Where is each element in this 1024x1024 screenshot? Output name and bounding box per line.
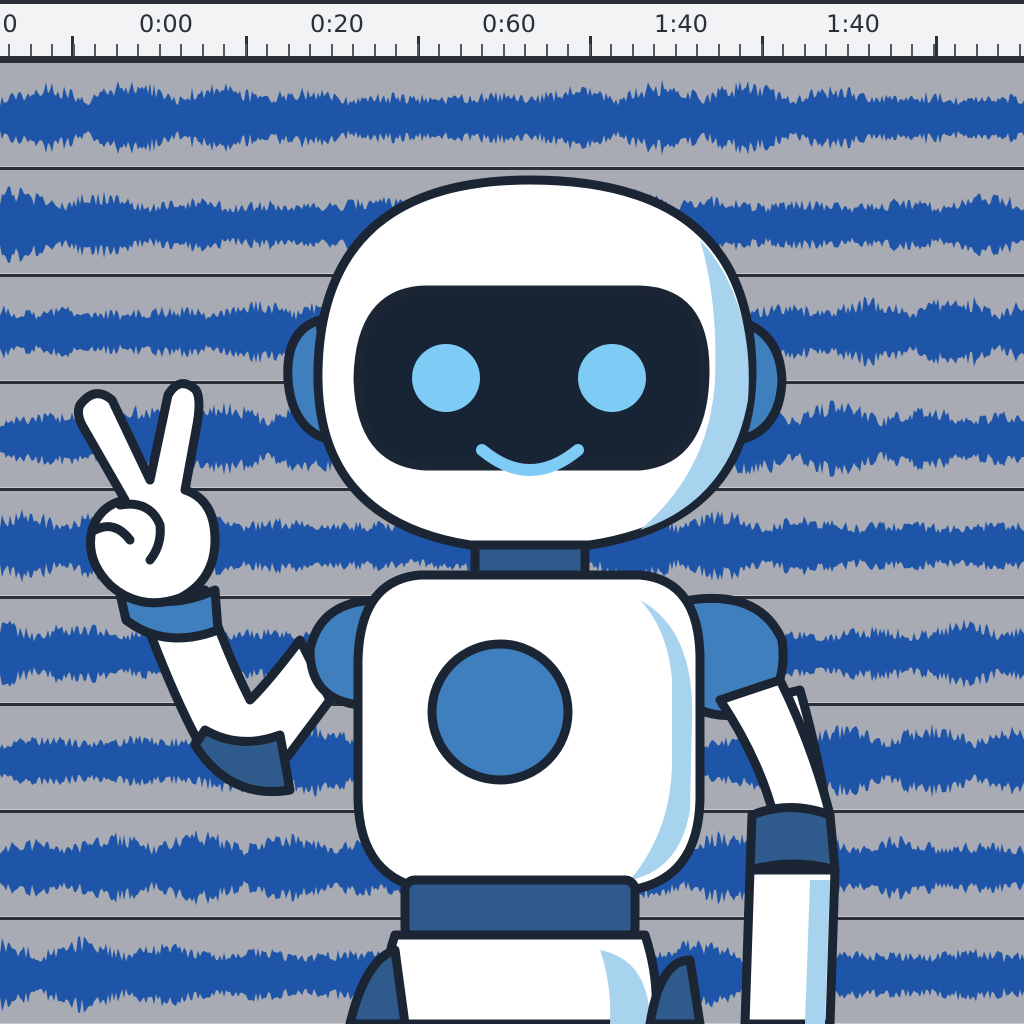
ruler-minor-tick: [675, 44, 677, 56]
ruler-minor-tick: [223, 44, 225, 56]
ruler-minor-tick: [94, 44, 96, 56]
waveform: [0, 614, 1024, 692]
waveform: [0, 723, 1024, 798]
waveform: [0, 400, 1024, 478]
tick-label-0-60: 0:60: [482, 10, 536, 38]
ruler-minor-tick: [589, 44, 591, 56]
tick-label-start: 0: [2, 10, 18, 38]
timeline-ruler[interactable]: 0 0:00 0:20 0:60 1:40 1:40: [0, 0, 1024, 60]
ruler-minor-tick: [309, 44, 311, 56]
ruler-minor-tick: [159, 44, 161, 56]
ruler-minor-tick: [73, 44, 75, 56]
waveform-centerline: [0, 972, 1024, 979]
waveform-centerline: [0, 651, 1024, 658]
audio-track[interactable]: [0, 381, 1024, 489]
waveform: [0, 508, 1024, 584]
tick-label-1-40-b: 1:40: [826, 10, 880, 38]
ruler-minor-tick: [202, 44, 204, 56]
ruler-minor-tick: [180, 44, 182, 56]
ruler-minor-tick: [567, 44, 569, 56]
ruler-minor-tick: [374, 44, 376, 56]
waveform: [0, 186, 1024, 263]
ruler-minor-tick: [1019, 44, 1021, 56]
ruler-minor-tick: [137, 44, 139, 56]
ruler-top-border: [0, 0, 1024, 4]
waveform-centerline: [0, 758, 1024, 765]
audio-editor-window: 0 0:00 0:20 0:60 1:40 1:40: [0, 0, 1024, 1024]
audio-track[interactable]: [0, 274, 1024, 382]
ruler-minor-tick: [546, 44, 548, 56]
ruler-minor-tick: [438, 44, 440, 56]
ruler-minor-tick: [718, 44, 720, 56]
audio-track[interactable]: [0, 809, 1024, 917]
ruler-minor-tick: [460, 44, 462, 56]
audio-track[interactable]: [0, 60, 1024, 168]
waveform: [0, 936, 1024, 1013]
ruler-minor-tick: [51, 44, 53, 56]
waveform-centerline: [0, 222, 1024, 229]
ruler-minor-tick: [288, 44, 290, 56]
ruler-minor-tick: [696, 44, 698, 56]
ruler-minor-tick: [116, 44, 118, 56]
ruler-minor-tick: [847, 44, 849, 56]
tick-label-0-00: 0:00: [139, 10, 193, 38]
ruler-minor-tick: [739, 44, 741, 56]
ruler-minor-tick: [524, 44, 526, 56]
ruler-minor-tick: [503, 44, 505, 56]
ruler-minor-tick: [997, 44, 999, 56]
ruler-minor-tick: [825, 44, 827, 56]
waveform-centerline: [0, 436, 1024, 443]
ruler-minor-tick: [890, 44, 892, 56]
ruler-minor-tick: [761, 44, 763, 56]
waveform-centerline: [0, 329, 1024, 336]
ruler-minor-tick: [653, 44, 655, 56]
track-list: [0, 60, 1024, 1024]
audio-track[interactable]: [0, 702, 1024, 810]
tick-label-1-40-a: 1:40: [654, 10, 708, 38]
waveform-centerline: [0, 115, 1024, 122]
ruler-minor-tick: [610, 44, 612, 56]
tick-label-0-20: 0:20: [310, 10, 364, 38]
ruler-minor-tick: [30, 44, 32, 56]
waveform: [0, 829, 1024, 906]
ruler-minor-tick: [481, 44, 483, 56]
ruler-minor-tick: [352, 44, 354, 56]
ruler-minor-tick: [266, 44, 268, 56]
waveform: [0, 79, 1024, 156]
audio-track[interactable]: [0, 916, 1024, 1024]
ruler-minor-tick: [954, 44, 956, 56]
ruler-minor-tick: [245, 44, 247, 56]
ruler-minor-tick: [868, 44, 870, 56]
waveform: [0, 294, 1024, 370]
waveform-centerline: [0, 865, 1024, 872]
audio-track[interactable]: [0, 167, 1024, 275]
ruler-minor-tick: [804, 44, 806, 56]
ruler-major-tick: [935, 36, 938, 58]
audio-track[interactable]: [0, 595, 1024, 703]
ruler-minor-tick: [417, 44, 419, 56]
ruler-minor-tick: [395, 44, 397, 56]
ruler-minor-tick: [632, 44, 634, 56]
ruler-minor-tick: [782, 44, 784, 56]
ruler-minor-tick: [911, 44, 913, 56]
ruler-minor-tick: [976, 44, 978, 56]
waveform-centerline: [0, 543, 1024, 550]
audio-track[interactable]: [0, 488, 1024, 596]
ruler-minor-tick: [331, 44, 333, 56]
ruler-minor-tick: [933, 44, 935, 56]
ruler-minor-tick: [8, 44, 10, 56]
